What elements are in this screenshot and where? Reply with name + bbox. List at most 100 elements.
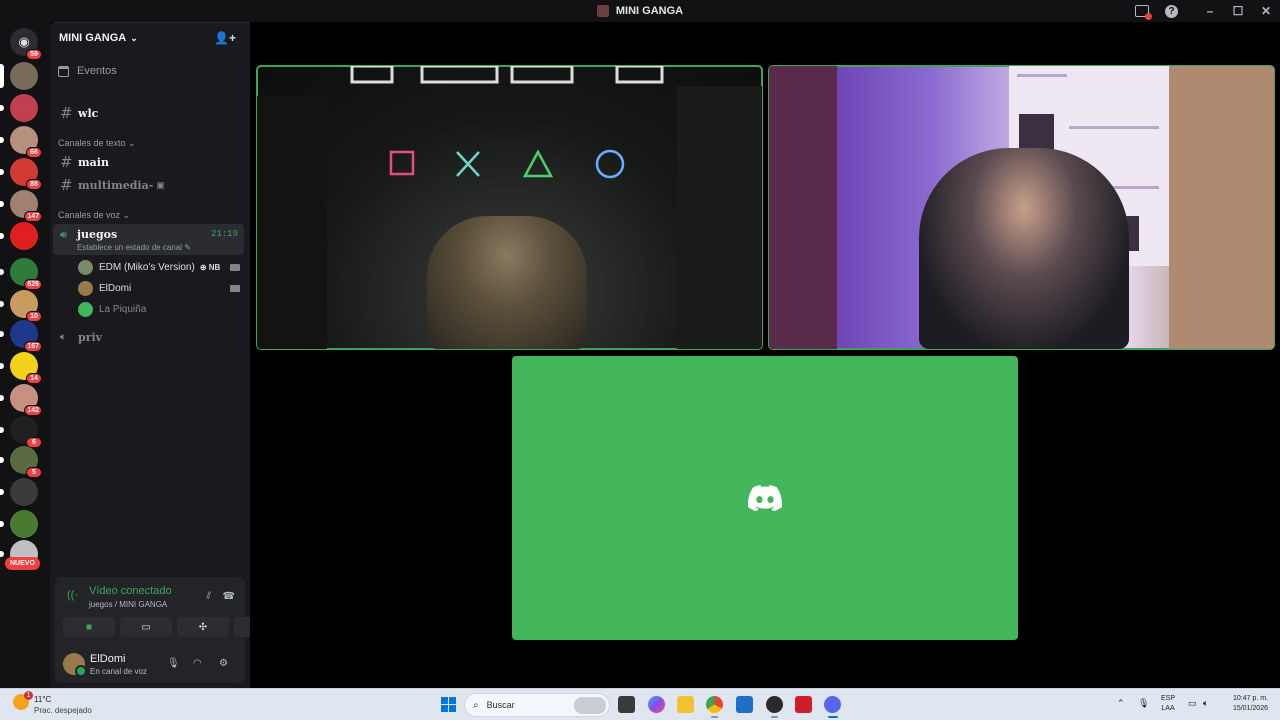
guild-header[interactable]: MINI GANGA ⌄ 👤+ xyxy=(50,23,250,53)
voice-connection-panel: ((· Vídeo conectado juegos / MINI GANGA … xyxy=(55,577,286,645)
user-status: En canal de voz xyxy=(90,667,147,676)
weather-temp[interactable]: 11°C xyxy=(34,695,51,704)
voice-channel-priv[interactable]: 🔈︎ priv xyxy=(54,327,242,347)
user-tag: ⊕ NB xyxy=(199,262,221,272)
store-icon[interactable] xyxy=(736,696,753,713)
video-tile[interactable] xyxy=(256,65,763,350)
network-icon[interactable]: ▭ xyxy=(1188,698,1197,709)
video-tile-placeholder[interactable] xyxy=(512,356,1018,640)
microphone-icon[interactable]: 🎙︎ xyxy=(1138,698,1149,709)
channel-name: priv xyxy=(78,330,103,344)
language-indicator[interactable]: ESP LAA xyxy=(1161,694,1175,714)
weather-icon[interactable]: 1 xyxy=(13,691,33,710)
add-member-icon[interactable]: 👤+ xyxy=(214,31,236,45)
participant-video xyxy=(427,216,587,349)
camera-icon xyxy=(230,284,240,292)
hash-icon: # xyxy=(60,176,73,194)
app-icon[interactable] xyxy=(766,696,783,718)
screen-share-button[interactable]: ▭ xyxy=(120,617,172,637)
server-icon[interactable] xyxy=(0,478,38,506)
minimize-button[interactable]: – xyxy=(1196,0,1224,22)
close-button[interactable]: ✕ xyxy=(1252,0,1280,22)
os-taskbar: 1 11°C Prac. despejado ⌕ Buscar ⌃ 🎙︎ ESP… xyxy=(0,688,1280,720)
volume-icon[interactable]: 🔈︎ xyxy=(1203,698,1208,709)
unread-badge: 626 xyxy=(24,279,42,290)
clock[interactable]: 10:47 p. m. 15/01/2026 xyxy=(1226,694,1268,714)
speaker-icon: 🔊︎ xyxy=(60,229,67,241)
participant-video xyxy=(919,148,1129,349)
activities-button[interactable]: ✣ xyxy=(177,617,229,637)
avatar xyxy=(78,280,93,296)
voice-user[interactable]: La Piquiña xyxy=(78,300,242,318)
server-icon[interactable]: 147 xyxy=(0,190,42,222)
voice-user[interactable]: ElDomi xyxy=(78,279,242,297)
taskbar-search[interactable]: ⌕ Buscar xyxy=(464,693,610,717)
gear-icon[interactable]: ⚙ xyxy=(219,658,228,669)
weather-desc[interactable]: Prac. despejado xyxy=(34,706,92,715)
avatar xyxy=(78,259,93,275)
server-icon[interactable] xyxy=(0,94,38,122)
channel-status[interactable]: Establece un estado de canal ✎ xyxy=(77,243,191,252)
discord-icon[interactable] xyxy=(824,696,841,718)
channel-wlc[interactable]: # wlc xyxy=(54,103,242,123)
server-icon[interactable]: 10 xyxy=(0,290,42,322)
voice-user[interactable]: EDM (Miko's Version) ⊕ NB xyxy=(78,258,242,276)
title-bar: MINI GANGA ? – ☐ ✕ xyxy=(0,0,1280,22)
channel-name: wlc xyxy=(78,106,99,120)
server-icon[interactable]: 88 xyxy=(0,158,42,190)
copilot-icon[interactable] xyxy=(648,696,665,713)
speaker-icon: 🔈︎ xyxy=(60,330,67,343)
unread-badge: 88 xyxy=(26,179,42,190)
headphones-icon[interactable]: ◠ xyxy=(193,658,202,669)
disconnect-icon[interactable]: ☎ xyxy=(223,591,235,602)
noise-suppression-icon[interactable]: ⫽ xyxy=(207,591,211,602)
search-icon: ⌕ xyxy=(473,699,479,711)
unread-badge: 142 xyxy=(24,405,42,416)
windows-start-icon[interactable] xyxy=(441,697,456,712)
inbox-icon[interactable] xyxy=(1135,5,1152,20)
server-icon[interactable] xyxy=(0,62,38,90)
window-title: MINI GANGA xyxy=(615,5,684,17)
window-controls: ? – ☐ ✕ xyxy=(1135,0,1280,22)
search-highlight-icon xyxy=(574,697,606,714)
connection-location[interactable]: juegos / MINI GANGA xyxy=(89,600,167,609)
avatar[interactable] xyxy=(63,653,87,677)
direct-messages-icon[interactable]: ◉ 59 xyxy=(10,28,42,60)
server-icon[interactable]: 6 xyxy=(0,416,42,448)
voice-channel-juegos[interactable]: 🔊︎ juegos 21:19 Establece un estado de c… xyxy=(53,224,244,255)
channel-multimedia[interactable]: # multimedia- ▣ xyxy=(54,175,242,195)
events-link[interactable]: Eventos xyxy=(58,65,117,77)
username[interactable]: ElDomi xyxy=(90,653,125,665)
video-tile[interactable] xyxy=(768,65,1275,350)
server-icon[interactable]: 66 xyxy=(0,126,42,158)
camera-button[interactable]: ■ xyxy=(63,617,115,637)
server-icon[interactable]: 5 xyxy=(0,446,42,478)
server-icon[interactable] xyxy=(0,222,38,250)
chevron-up-icon[interactable]: ⌃ xyxy=(1117,698,1125,709)
events-label: Eventos xyxy=(77,65,117,77)
task-view-icon[interactable] xyxy=(618,696,635,713)
category-text[interactable]: Canales de texto ⌄ xyxy=(58,138,136,149)
unread-badge: 14 xyxy=(26,373,42,384)
connection-status: Vídeo conectado xyxy=(89,585,172,597)
chrome-icon[interactable] xyxy=(706,696,723,718)
server-icon[interactable]: 626 xyxy=(0,258,42,290)
server-icon[interactable]: 14 xyxy=(0,352,42,384)
server-icon[interactable] xyxy=(0,510,38,538)
channel-name: main xyxy=(78,155,109,169)
discord-logo-icon xyxy=(748,485,782,511)
server-icon[interactable]: 142 xyxy=(0,384,42,416)
guild-name: MINI GANGA xyxy=(59,32,127,44)
server-icon xyxy=(596,5,609,17)
file-explorer-icon[interactable] xyxy=(677,696,694,713)
microphone-icon[interactable]: 🎙︎ xyxy=(167,658,180,669)
category-voice[interactable]: Canales de voz ⌄ xyxy=(58,210,130,221)
channel-main[interactable]: # main xyxy=(54,152,242,172)
signal-icon: ((· xyxy=(67,589,78,601)
app-icon[interactable] xyxy=(795,696,812,713)
server-icon[interactable]: 167 xyxy=(0,320,42,352)
maximize-button[interactable]: ☐ xyxy=(1224,0,1252,22)
help-icon[interactable]: ? xyxy=(1165,4,1178,18)
chevron-down-icon: ⌄ xyxy=(130,32,138,43)
server-rail: ◉ 59 66 88 147 626 10 167 14 142 6 5 NUE… xyxy=(0,22,50,688)
